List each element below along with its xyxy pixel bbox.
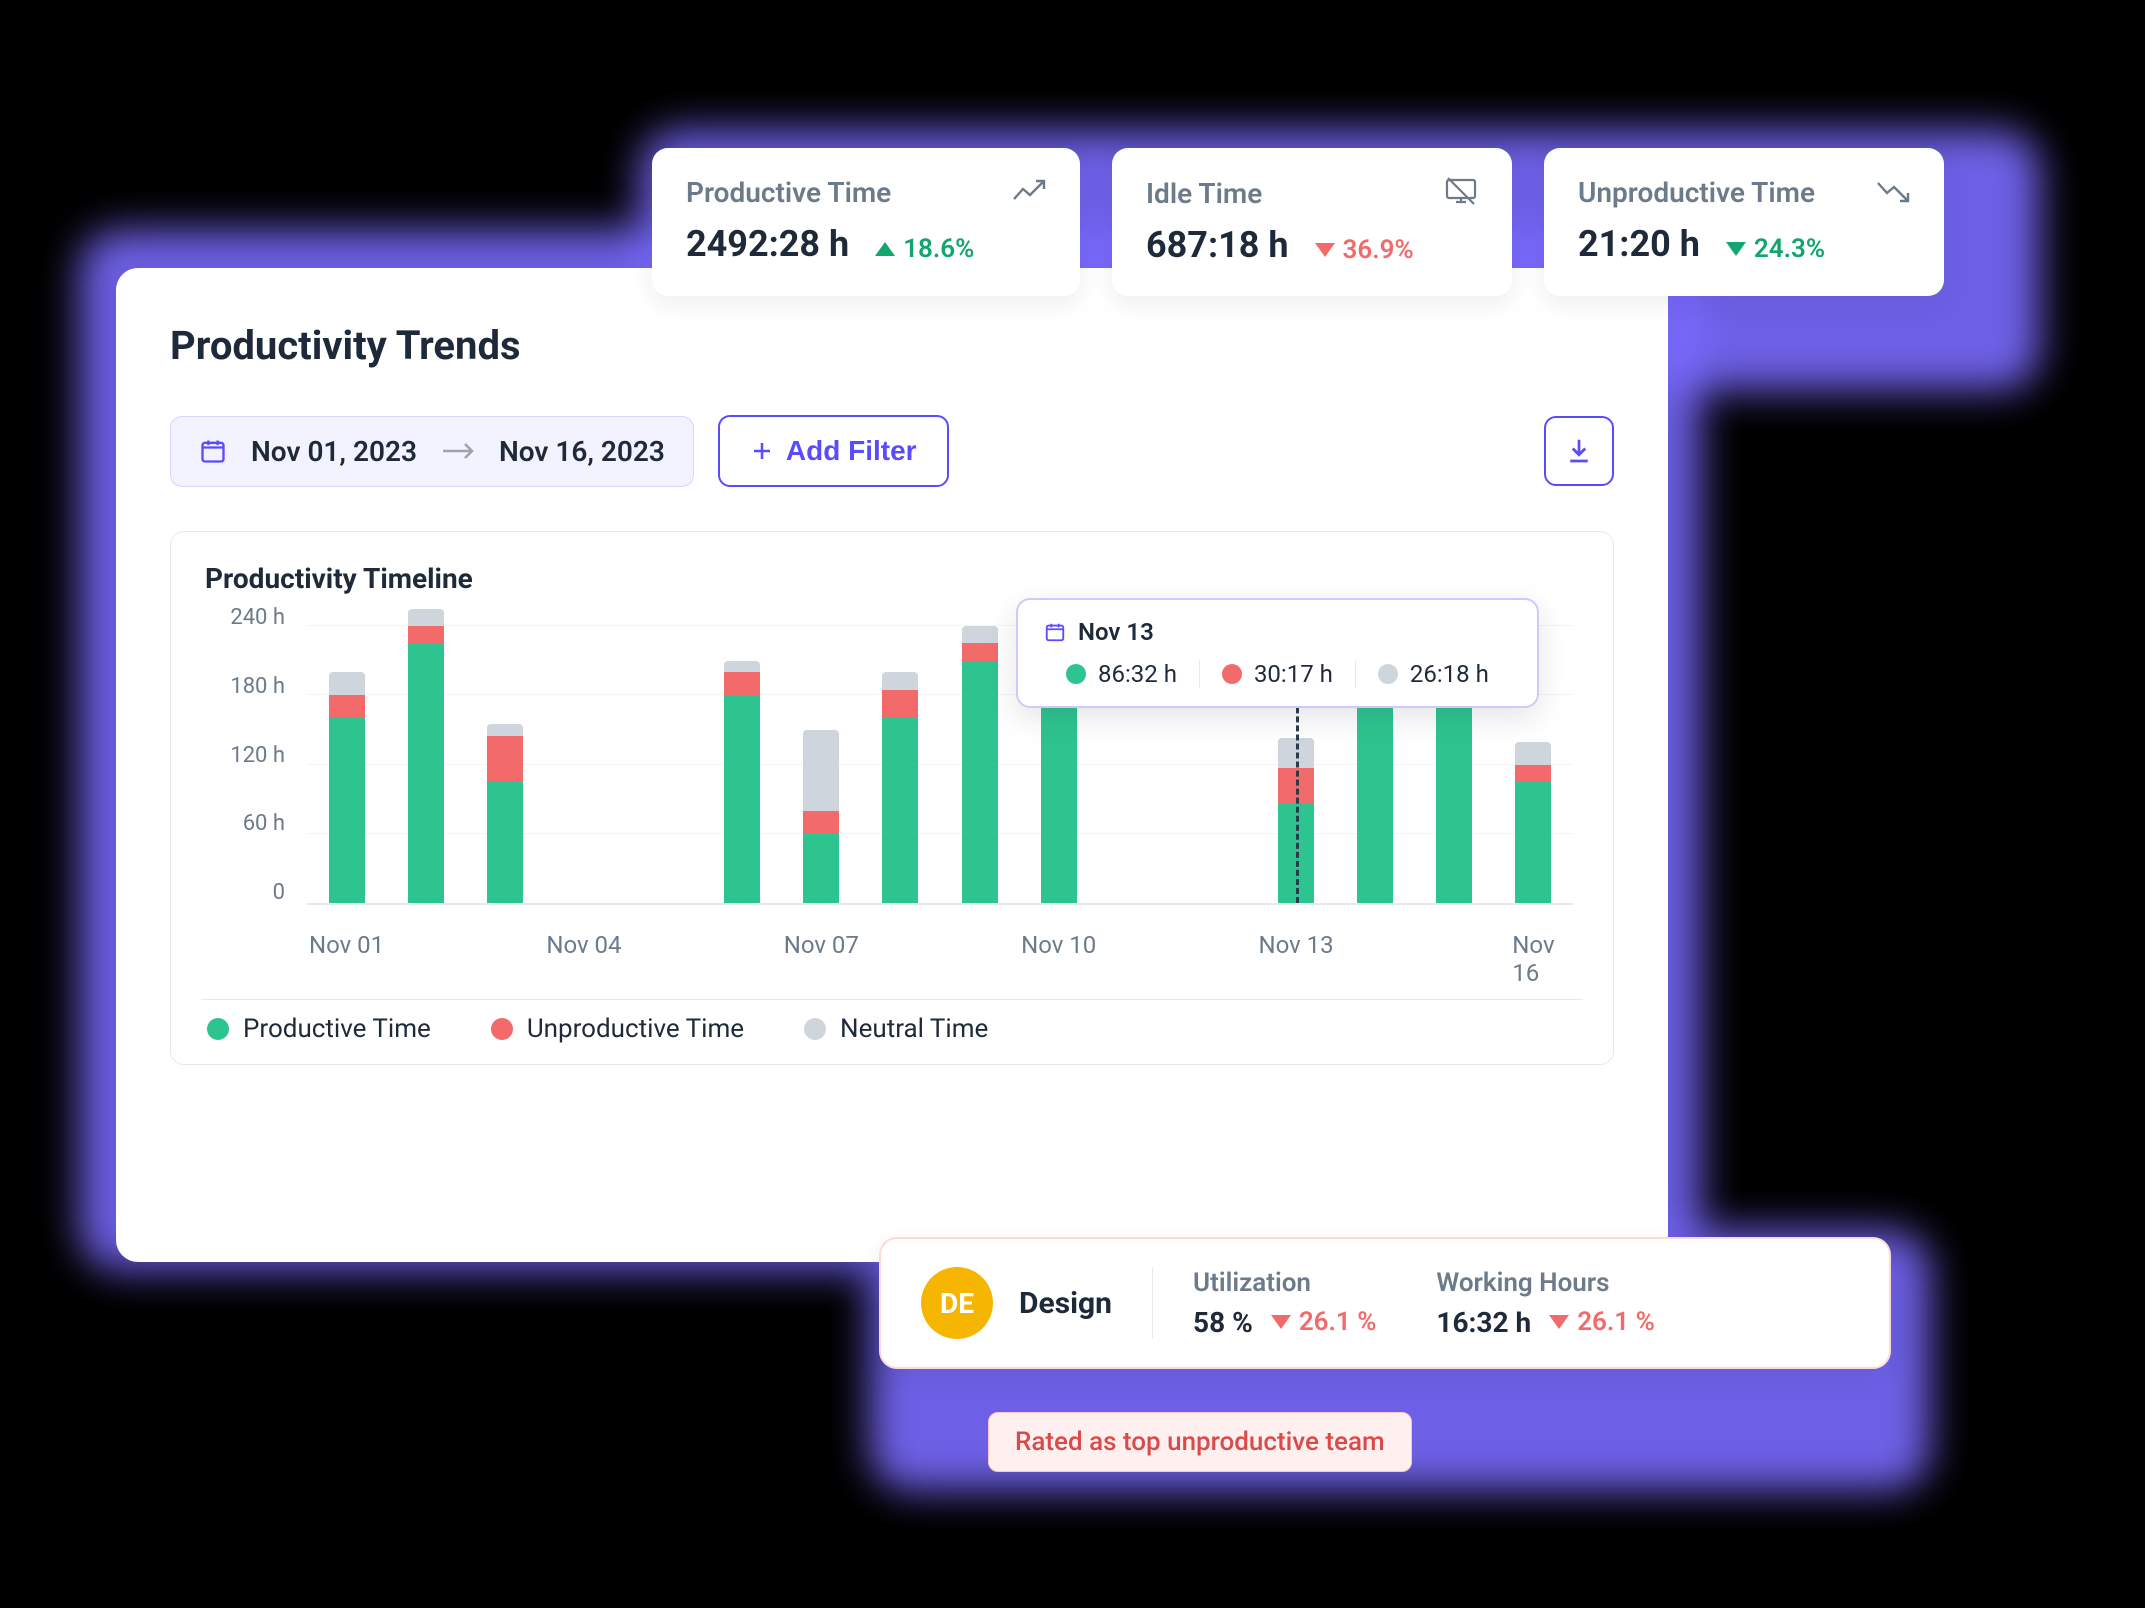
x-tick: Nov 10 xyxy=(1021,931,1096,959)
chart-tooltip: Nov 13 86:32 h30:17 h26:18 h xyxy=(1016,598,1539,708)
legend-item[interactable]: Unproductive Time xyxy=(491,1014,744,1044)
add-filter-label: Add Filter xyxy=(786,435,917,467)
team-name: Design xyxy=(1019,1286,1112,1321)
stat-title: Productive Time xyxy=(686,176,891,209)
stat-value: 687:18 h xyxy=(1146,224,1289,266)
y-tick: 240 h xyxy=(217,605,285,630)
bar-cluster[interactable] xyxy=(1483,742,1583,904)
stat-value: 21:20 h xyxy=(1578,223,1700,265)
chart-title: Productivity Timeline xyxy=(205,562,1583,595)
y-tick: 60 h xyxy=(217,811,285,836)
x-tick: Nov 01 xyxy=(309,931,384,959)
tooltip-value: 86:32 h xyxy=(1044,660,1199,688)
arrow-right-icon xyxy=(441,441,475,461)
x-tick: Nov 16 xyxy=(1512,931,1554,987)
stat-title: Idle Time xyxy=(1146,177,1262,210)
stat-card-idle-time[interactable]: Idle Time 687:18 h 36.9% xyxy=(1112,148,1512,296)
calendar-icon xyxy=(199,437,227,465)
x-tick: Nov 07 xyxy=(784,931,859,959)
panel-title: Productivity Trends xyxy=(170,322,1614,369)
trend-down-icon xyxy=(1876,179,1910,207)
y-tick: 120 h xyxy=(217,743,285,768)
stat-delta: 24.3% xyxy=(1726,234,1825,264)
team-metric: Working Hours16:32 h26.1 % xyxy=(1436,1268,1654,1339)
tooltip-value: 26:18 h xyxy=(1355,660,1511,688)
add-filter-button[interactable]: Add Filter xyxy=(718,415,949,487)
date-from: Nov 01, 2023 xyxy=(251,435,417,468)
stat-delta: 18.6% xyxy=(875,234,974,264)
download-button[interactable] xyxy=(1544,416,1614,486)
date-to: Nov 16, 2023 xyxy=(499,435,665,468)
team-callout[interactable]: DE Design Utilization58 %26.1 % Working H… xyxy=(879,1237,1891,1369)
productivity-panel: Productivity Trends Nov 01, 2023 Nov 16,… xyxy=(116,268,1668,1262)
legend-item[interactable]: Neutral Time xyxy=(804,1014,988,1044)
stat-delta: 36.9% xyxy=(1315,235,1414,265)
bar-cluster[interactable] xyxy=(455,724,555,903)
team-rating-badge: Rated as top unproductive team xyxy=(988,1412,1412,1472)
plus-icon xyxy=(750,439,774,463)
tooltip-date: Nov 13 xyxy=(1078,618,1154,646)
team-metric: Utilization58 %26.1 % xyxy=(1193,1268,1376,1339)
stat-card-unproductive-time[interactable]: Unproductive Time 21:20 h 24.3% xyxy=(1544,148,1944,296)
stat-card-productive-time[interactable]: Productive Time 2492:28 h 18.6% xyxy=(652,148,1080,296)
stat-title: Unproductive Time xyxy=(1578,176,1815,209)
download-icon xyxy=(1564,436,1594,466)
date-range-picker[interactable]: Nov 01, 2023 Nov 16, 2023 xyxy=(170,416,694,487)
monitor-off-icon xyxy=(1444,176,1478,210)
x-tick: Nov 13 xyxy=(1258,931,1333,959)
x-tick: Nov 04 xyxy=(546,931,621,959)
trend-up-icon xyxy=(1012,179,1046,207)
y-tick: 180 h xyxy=(217,674,285,699)
calendar-icon xyxy=(1044,621,1066,643)
tooltip-value: 30:17 h xyxy=(1199,660,1355,688)
legend-item[interactable]: Productive Time xyxy=(207,1014,431,1044)
team-avatar: DE xyxy=(921,1267,993,1339)
stat-value: 2492:28 h xyxy=(686,223,849,265)
y-tick: 0 xyxy=(217,880,285,905)
